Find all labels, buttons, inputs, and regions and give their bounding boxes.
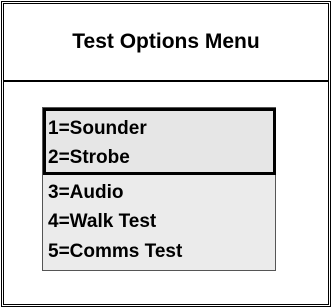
menu-item-audio[interactable]: 3=Audio xyxy=(48,181,123,205)
menu-item-walk-test[interactable]: 4=Walk Test xyxy=(48,210,156,234)
menu-item-strobe[interactable]: 2=Strobe xyxy=(48,146,130,170)
menu-item-sounder[interactable]: 1=Sounder xyxy=(48,117,147,141)
menu-title: Test Options Menu xyxy=(72,30,260,53)
menu-header: Test Options Menu xyxy=(3,3,329,81)
menu-item-comms-test[interactable]: 5=Comms Test xyxy=(48,240,182,264)
